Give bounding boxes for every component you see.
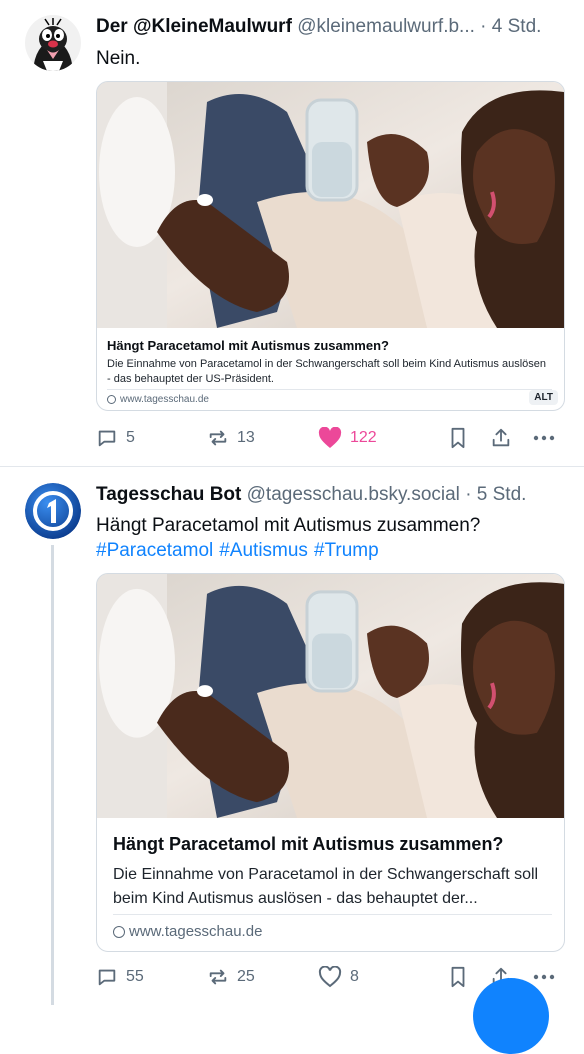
timestamp[interactable]: · 5 Std. [465, 484, 526, 505]
avatar[interactable] [25, 483, 81, 539]
avatar[interactable] [25, 15, 81, 71]
post-text: Hängt Paracetamol mit Autismus zusammen?… [96, 513, 568, 563]
card-divider [107, 389, 552, 390]
handle[interactable]: @tagesschau.bsky.social [247, 484, 460, 505]
like-icon [318, 966, 342, 988]
mole-avatar-icon [25, 15, 81, 71]
handle[interactable]: @kleinemaulwurf.b... [297, 16, 475, 37]
globe-icon [107, 395, 116, 404]
repost-icon [209, 430, 227, 446]
more-icon [533, 974, 555, 980]
card-thumbnail [97, 574, 564, 818]
display-name[interactable]: Der @KleineMaulwurf [96, 16, 292, 37]
bookmark-button[interactable] [448, 427, 468, 449]
compose-button[interactable] [473, 978, 549, 1054]
repost-count: 13 [237, 429, 255, 446]
card-divider [113, 914, 552, 915]
link-card[interactable]: Hängt Paracetamol mit Autismus zusammen?… [96, 81, 565, 411]
card-domain-text: www.tagesschau.de [120, 394, 209, 405]
link-card[interactable]: Hängt Paracetamol mit Autismus zusammen?… [96, 573, 565, 952]
card-description: Die Einnahme von Paracetamol in der Schw… [113, 866, 539, 907]
like-button[interactable]: 8 [318, 966, 359, 988]
like-button[interactable]: 122 [318, 427, 377, 449]
bookmark-icon [451, 966, 465, 988]
reply-icon [98, 430, 116, 447]
reply-button[interactable]: 5 [96, 427, 135, 449]
more-button[interactable] [532, 966, 556, 988]
post-item[interactable]: Tagesschau Bot @tagesschau.bsky.social ·… [0, 467, 584, 1005]
bookmark-button[interactable] [448, 966, 468, 988]
card-title: Hängt Paracetamol mit Autismus zusammen? [113, 834, 504, 854]
card-domain-text: www.tagesschau.de [129, 923, 263, 940]
reply-count: 55 [126, 968, 144, 985]
like-count: 122 [350, 429, 377, 446]
card-domain: www.tagesschau.de [107, 394, 209, 405]
hashtag-link[interactable]: #Autismus [219, 540, 308, 561]
bookmark-icon [451, 427, 465, 449]
post-actions: 5 13 122 [96, 427, 564, 451]
post-header: Tagesschau Bot @tagesschau.bsky.social ·… [96, 484, 570, 506]
card-thumbnail [97, 82, 564, 328]
hashtag-link[interactable]: #Trump [314, 540, 379, 561]
card-title: Hängt Paracetamol mit Autismus zusammen? [107, 338, 389, 353]
tagesschau-logo-icon [25, 483, 81, 539]
timestamp[interactable]: · 4 Std. [480, 16, 541, 37]
like-icon [318, 427, 342, 448]
reply-icon [98, 969, 116, 986]
reply-count: 5 [126, 429, 135, 446]
hashtag-link[interactable]: #Paracetamol [96, 540, 213, 561]
share-icon [492, 428, 510, 447]
post-item[interactable]: Der @KleineMaulwurf @kleinemaulwurf.b...… [0, 0, 584, 467]
repost-icon [209, 969, 227, 985]
like-count: 8 [350, 968, 359, 985]
post-header: Der @KleineMaulwurf @kleinemaulwurf.b...… [96, 16, 570, 38]
post-text-line: Hängt Paracetamol mit Autismus zusammen? [96, 515, 481, 536]
repost-count: 25 [237, 968, 255, 985]
more-button[interactable] [532, 427, 556, 449]
thread-line [51, 545, 54, 1005]
hashtags: #Paracetamol #Autismus #Trump [96, 538, 568, 563]
post-text: Nein. [96, 48, 141, 69]
alt-badge[interactable]: ALT [529, 390, 558, 405]
more-icon [533, 435, 555, 441]
globe-icon [113, 925, 125, 938]
card-domain: www.tagesschau.de [113, 923, 262, 940]
repost-button[interactable]: 25 [207, 966, 255, 988]
repost-button[interactable]: 13 [207, 427, 255, 449]
reply-button[interactable]: 55 [96, 966, 144, 988]
share-button[interactable] [490, 427, 512, 449]
card-description: Die Einnahme von Paracetamol in der Schw… [107, 358, 547, 385]
display-name[interactable]: Tagesschau Bot [96, 484, 241, 505]
